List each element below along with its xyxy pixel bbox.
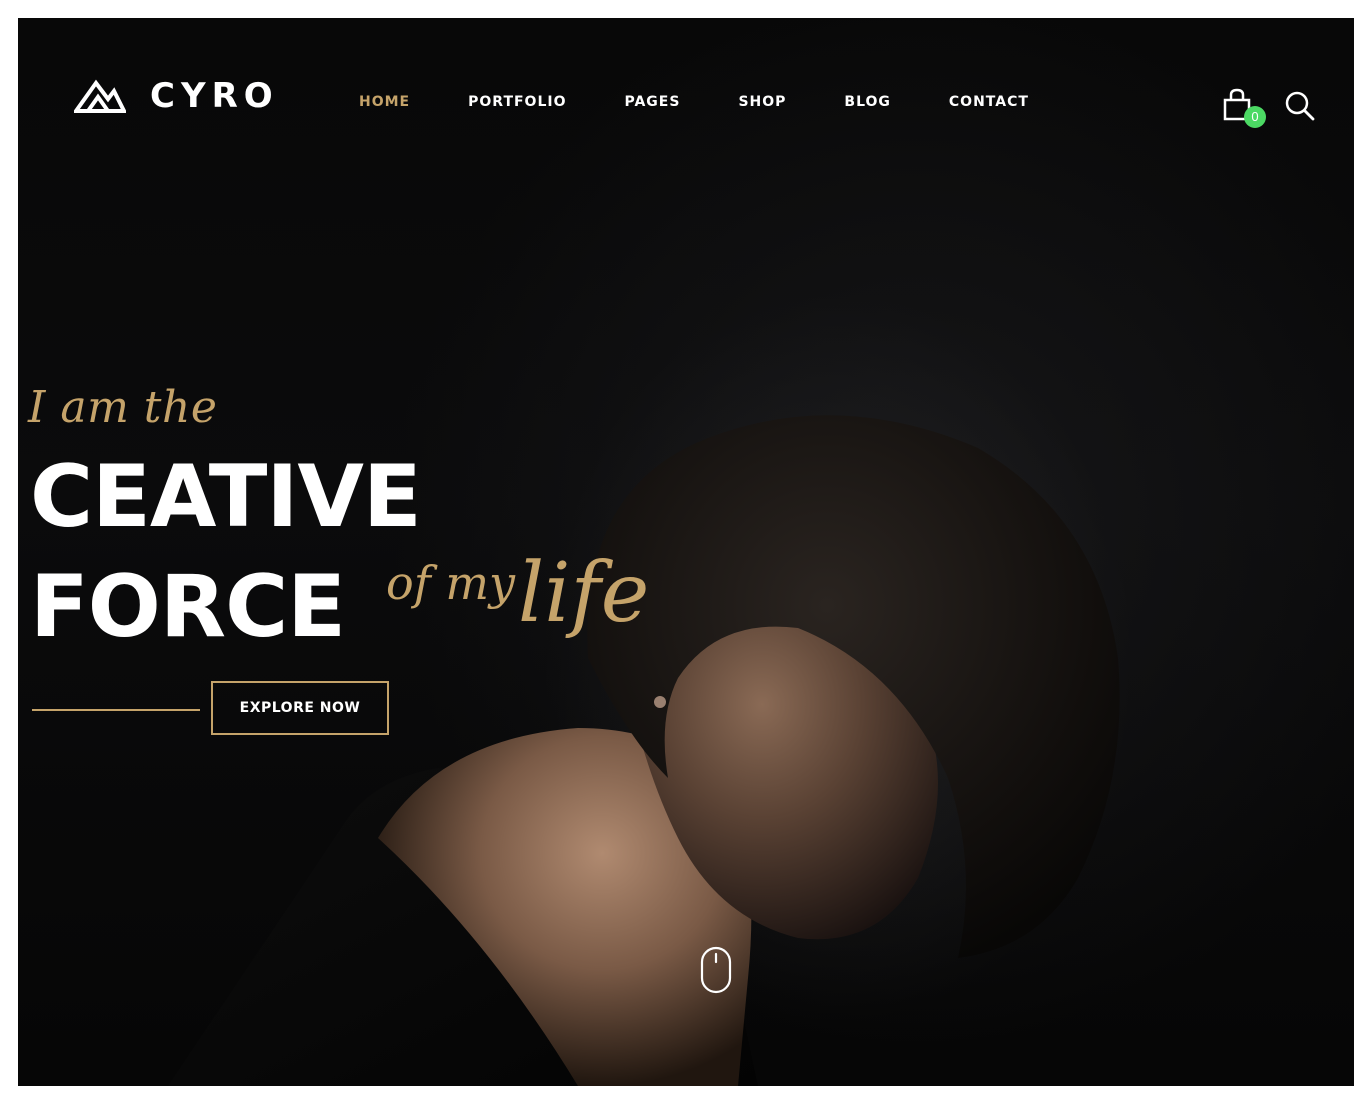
hero-headline-line1: CEATIVE	[30, 447, 422, 547]
mouse-scroll-icon	[700, 946, 732, 994]
cart-button[interactable]: 0	[1222, 88, 1266, 128]
brand-logo[interactable]: CYRO	[74, 76, 279, 116]
scroll-down-indicator[interactable]	[700, 946, 732, 994]
main-nav: HOME PORTFOLIO PAGES SHOP BLOG CONTACT	[359, 94, 1029, 110]
nav-pages[interactable]: PAGES	[624, 94, 680, 110]
mountain-icon	[74, 79, 126, 113]
nav-home[interactable]: HOME	[359, 94, 410, 110]
brand-name: CYRO	[150, 76, 279, 116]
nav-shop[interactable]: SHOP	[738, 94, 786, 110]
nav-blog[interactable]: BLOG	[844, 94, 891, 110]
nav-portfolio[interactable]: PORTFOLIO	[468, 94, 566, 110]
decorative-line	[32, 709, 200, 711]
hero-accent-small: of my	[386, 556, 515, 610]
hero-portrait-image	[168, 415, 1120, 1086]
explore-now-button[interactable]: EXPLORE NOW	[211, 681, 389, 735]
hero-intro-text: I am the	[28, 382, 218, 433]
hero-section: CYRO HOME PORTFOLIO PAGES SHOP BLOG CONT…	[18, 18, 1354, 1086]
search-button[interactable]	[1284, 90, 1316, 122]
search-icon	[1285, 91, 1315, 121]
hero-accent-large: life	[518, 546, 650, 641]
nav-contact[interactable]: CONTACT	[949, 94, 1029, 110]
cart-count-badge: 0	[1244, 106, 1266, 128]
hero-headline-line2: FORCE	[30, 557, 346, 657]
